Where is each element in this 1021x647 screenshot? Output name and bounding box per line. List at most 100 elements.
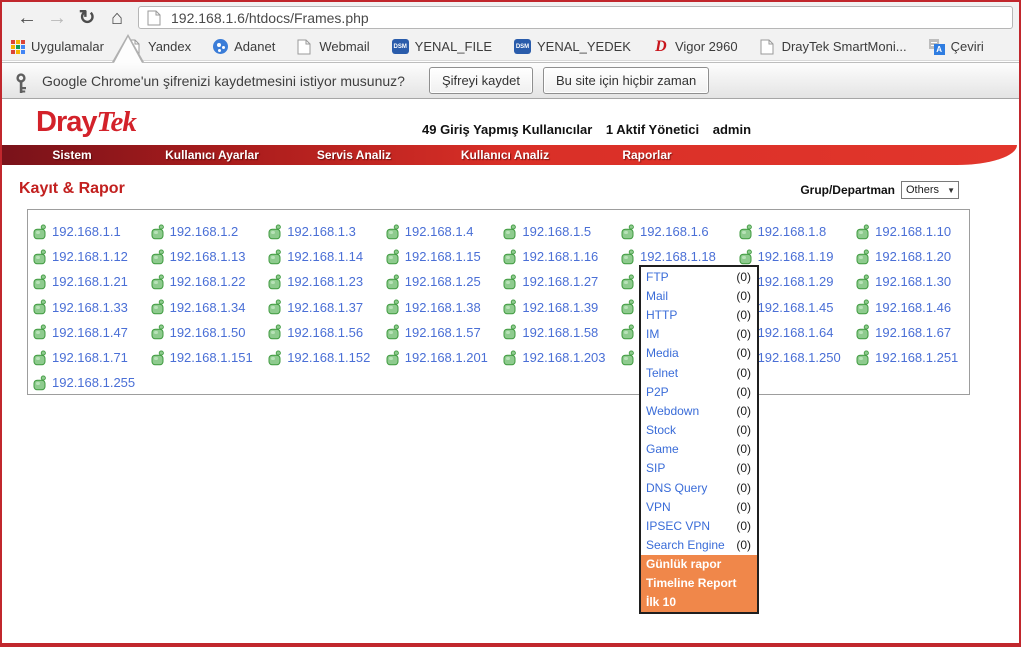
popup-item-telnet[interactable]: Telnet(0) (641, 363, 757, 382)
host-item[interactable]: 192.168.1.23 (268, 274, 386, 290)
host-item[interactable]: 192.168.1.47 (33, 324, 151, 340)
host-item[interactable]: 192.168.1.37 (268, 299, 386, 315)
bookmark-webmail[interactable]: Webmail (297, 39, 369, 55)
host-ip: 192.168.1.251 (875, 350, 958, 365)
host-item[interactable]: 192.168.1.151 (151, 350, 269, 366)
host-item[interactable]: 192.168.1.46 (856, 299, 974, 315)
host-item[interactable]: 192.168.1.33 (33, 299, 151, 315)
host-item[interactable]: 192.168.1.39 (503, 299, 621, 315)
popup-item-stock[interactable]: Stock(0) (641, 421, 757, 440)
host-item[interactable]: 192.168.1.13 (151, 249, 269, 265)
popup-item-im[interactable]: IM(0) (641, 325, 757, 344)
popup-action-i-lk-10[interactable]: İlk 10 (641, 593, 757, 612)
host-item[interactable]: 192.168.1.4 (386, 224, 504, 240)
popup-item-sip[interactable]: SIP(0) (641, 459, 757, 478)
popup-item-search-engine[interactable]: Search Engine(0) (641, 536, 757, 555)
bookmark-yenal-yedek[interactable]: DSMYENAL_YEDEK (514, 39, 631, 54)
host-item[interactable]: 192.168.1.2 (151, 224, 269, 240)
user-icon (33, 375, 47, 391)
host-item[interactable]: 192.168.1.38 (386, 299, 504, 315)
address-bar[interactable]: 192.168.1.6/htdocs/Frames.php (138, 6, 1013, 29)
host-ip: 192.168.1.57 (405, 325, 481, 340)
bookmark-yenal-file[interactable]: DSMYENAL_FILE (392, 39, 492, 54)
active-admin-text: 1 Aktif Yönetici (606, 122, 699, 137)
popup-item-label: VPN (646, 500, 671, 514)
host-item[interactable]: 192.168.1.251 (856, 350, 974, 366)
group-select[interactable]: Others ▼ (901, 181, 959, 199)
bookmark-draytek-smartmoni[interactable]: DrayTek SmartMoni... (760, 39, 907, 55)
popup-item-http[interactable]: HTTP(0) (641, 305, 757, 324)
bookmark-label: Vigor 2960 (675, 39, 738, 54)
host-item[interactable]: 192.168.1.3 (268, 224, 386, 240)
host-item[interactable]: 192.168.1.14 (268, 249, 386, 265)
host-item[interactable]: 192.168.1.18 (621, 249, 739, 265)
host-item[interactable]: 192.168.1.12 (33, 249, 151, 265)
bookmark-adanet[interactable]: Adanet (213, 39, 275, 54)
host-item[interactable]: 192.168.1.5 (503, 224, 621, 240)
nav-item-sistem[interactable]: Sistem (52, 145, 91, 165)
home-icon[interactable]: ⌂ (102, 4, 132, 32)
back-icon[interactable]: ← (12, 4, 42, 32)
host-item[interactable]: 192.168.1.1 (33, 224, 151, 240)
popup-item-p2p[interactable]: P2P(0) (641, 382, 757, 401)
host-item[interactable]: 192.168.1.71 (33, 350, 151, 366)
nav-item-servis-analiz[interactable]: Servis Analiz (317, 145, 391, 165)
popup-action-timeline-report[interactable]: Timeline Report (641, 574, 757, 593)
save-password-button[interactable]: Şifreyi kaydet (429, 67, 533, 94)
host-item[interactable]: 192.168.1.255 (33, 375, 151, 391)
popup-item-label: Search Engine (646, 538, 725, 552)
host-ip: 192.168.1.29 (758, 274, 834, 289)
host-ip: 192.168.1.39 (522, 300, 598, 315)
popup-item-mail[interactable]: Mail(0) (641, 286, 757, 305)
popup-item-game[interactable]: Game(0) (641, 440, 757, 459)
forward-icon[interactable]: → (42, 4, 72, 32)
host-item[interactable]: 192.168.1.6 (621, 224, 739, 240)
popup-item-count: (0) (736, 289, 751, 303)
host-item[interactable]: 192.168.1.16 (503, 249, 621, 265)
bookmark-label: Yandex (148, 39, 191, 54)
host-item[interactable]: 192.168.1.201 (386, 350, 504, 366)
bookmark-eviri[interactable]: AÇeviri (929, 39, 984, 55)
never-save-button[interactable]: Bu site için hiçbir zaman (543, 67, 709, 94)
host-item[interactable]: 192.168.1.22 (151, 274, 269, 290)
refresh-icon[interactable]: ↻ (72, 4, 102, 32)
host-item[interactable]: 192.168.1.50 (151, 324, 269, 340)
host-item[interactable]: 192.168.1.152 (268, 350, 386, 366)
dsm-icon: DSM (514, 39, 531, 54)
popup-item-media[interactable]: Media(0) (641, 344, 757, 363)
user-icon (856, 299, 870, 315)
nav-item-kullan-c-ayarlar[interactable]: Kullanıcı Ayarlar (165, 145, 259, 165)
host-item[interactable]: 192.168.1.21 (33, 274, 151, 290)
user-icon (386, 324, 400, 340)
nav-item-raporlar[interactable]: Raporlar (622, 145, 671, 165)
popup-item-dns-query[interactable]: DNS Query(0) (641, 478, 757, 497)
host-item[interactable]: 192.168.1.8 (739, 224, 857, 240)
popup-item-ipsec-vpn[interactable]: IPSEC VPN(0) (641, 516, 757, 535)
user-icon (503, 224, 517, 240)
host-item[interactable]: 192.168.1.30 (856, 274, 974, 290)
user-icon (268, 274, 282, 290)
host-ip: 192.168.1.15 (405, 249, 481, 264)
host-item[interactable]: 192.168.1.10 (856, 224, 974, 240)
host-item[interactable]: 192.168.1.15 (386, 249, 504, 265)
host-item[interactable]: 192.168.1.203 (503, 350, 621, 366)
popup-action-g-nl-k-rapor[interactable]: Günlük rapor (641, 555, 757, 574)
logged-users-text: 49 Giriş Yapmış Kullanıcılar (422, 122, 592, 137)
bookmark-uygulamalar[interactable]: Uygulamalar (11, 39, 104, 54)
popup-item-ftp[interactable]: FTP(0) (641, 267, 757, 286)
popup-item-vpn[interactable]: VPN(0) (641, 497, 757, 516)
host-item[interactable]: 192.168.1.56 (268, 324, 386, 340)
host-item[interactable]: 192.168.1.58 (503, 324, 621, 340)
popup-item-webdown[interactable]: Webdown(0) (641, 401, 757, 420)
nav-item-kullan-c-analiz[interactable]: Kullanıcı Analiz (461, 145, 549, 165)
host-item[interactable]: 192.168.1.27 (503, 274, 621, 290)
bookmark-label: Webmail (319, 39, 369, 54)
host-item[interactable]: 192.168.1.20 (856, 249, 974, 265)
host-item[interactable]: 192.168.1.25 (386, 274, 504, 290)
host-item[interactable]: 192.168.1.19 (739, 249, 857, 265)
host-item[interactable]: 192.168.1.67 (856, 324, 974, 340)
host-item[interactable]: 192.168.1.34 (151, 299, 269, 315)
host-row: 192.168.1.21192.168.1.22192.168.1.23192.… (33, 269, 969, 294)
bookmark-vigor-2960[interactable]: DVigor 2960 (653, 39, 738, 55)
host-item[interactable]: 192.168.1.57 (386, 324, 504, 340)
